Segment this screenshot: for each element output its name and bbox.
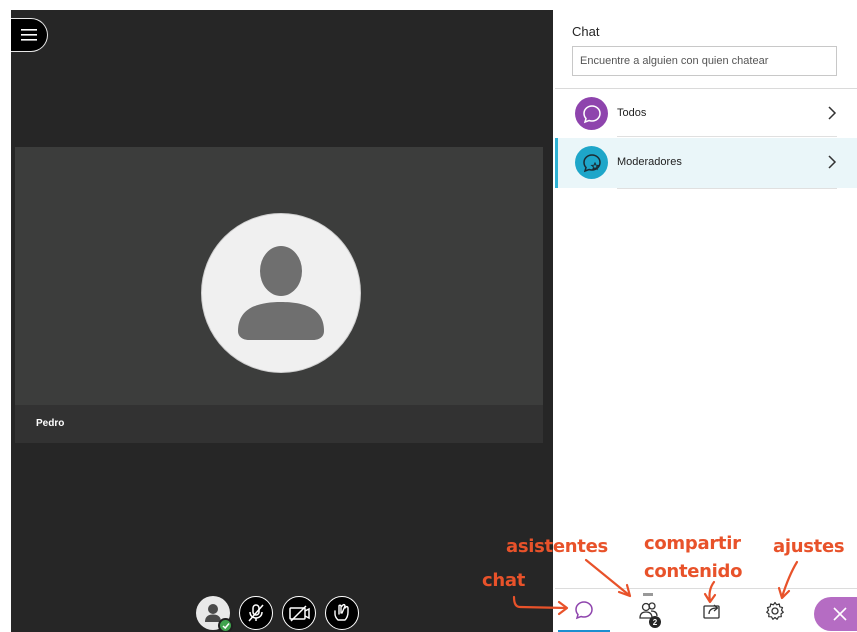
chat-tab-button[interactable] [558,589,610,632]
chevron-right-icon [828,106,837,120]
channel-todos[interactable]: Todos [555,89,857,139]
user-silhouette-icon [238,246,324,340]
annotation-compartir: compartir [644,533,741,554]
raise-hand-button[interactable] [325,596,359,630]
annotation-chat: chat [482,570,526,591]
chat-bubble-star-icon [582,153,601,172]
participant-name: Pedro [36,418,65,429]
divider [617,188,837,189]
chat-bubble-icon [582,104,601,123]
main-menu-button[interactable] [11,18,48,52]
chat-search-input[interactable] [572,46,837,76]
channel-icon [575,146,608,179]
my-status-button[interactable] [196,596,233,632]
settings-tab-button[interactable] [749,589,801,632]
attendee-count-badge: 2 [649,616,661,628]
microphone-button[interactable] [239,596,273,630]
panel-title: Chat [572,24,600,39]
annotation-asistentes: asistentes [506,536,608,557]
collaborate-window: Pedro Chat Encuentre a alguien con quien… [0,0,857,632]
close-icon [833,607,847,621]
avatar [201,213,361,373]
mic-off-icon [248,604,264,622]
hand-icon [334,603,349,621]
divider [617,136,837,137]
gear-icon [766,601,784,620]
channel-icon [575,97,608,130]
available-status-icon [218,618,233,632]
share-content-tab-button[interactable] [686,589,738,632]
attendees-tab-button[interactable] [623,589,675,632]
chevron-right-icon [828,155,837,169]
hamburger-icon [21,29,37,41]
participant-tile: Pedro [15,147,543,443]
channel-label: Todos [617,107,647,119]
channel-label: Moderadores [617,156,682,168]
channel-moderadores[interactable]: Moderadores [555,138,857,188]
close-panel-button[interactable] [814,597,857,631]
annotation-ajustes: ajustes [773,536,845,557]
video-area: Pedro [11,10,553,632]
annotation-contenido: contenido [644,561,743,582]
share-icon [703,604,720,619]
camera-button[interactable] [282,596,316,630]
camera-off-icon [289,605,310,622]
panel-bottom-bar: 2 [555,588,857,632]
media-controls [11,596,553,632]
chat-bubble-icon [575,600,593,619]
participant-name-bar: Pedro [15,405,543,443]
